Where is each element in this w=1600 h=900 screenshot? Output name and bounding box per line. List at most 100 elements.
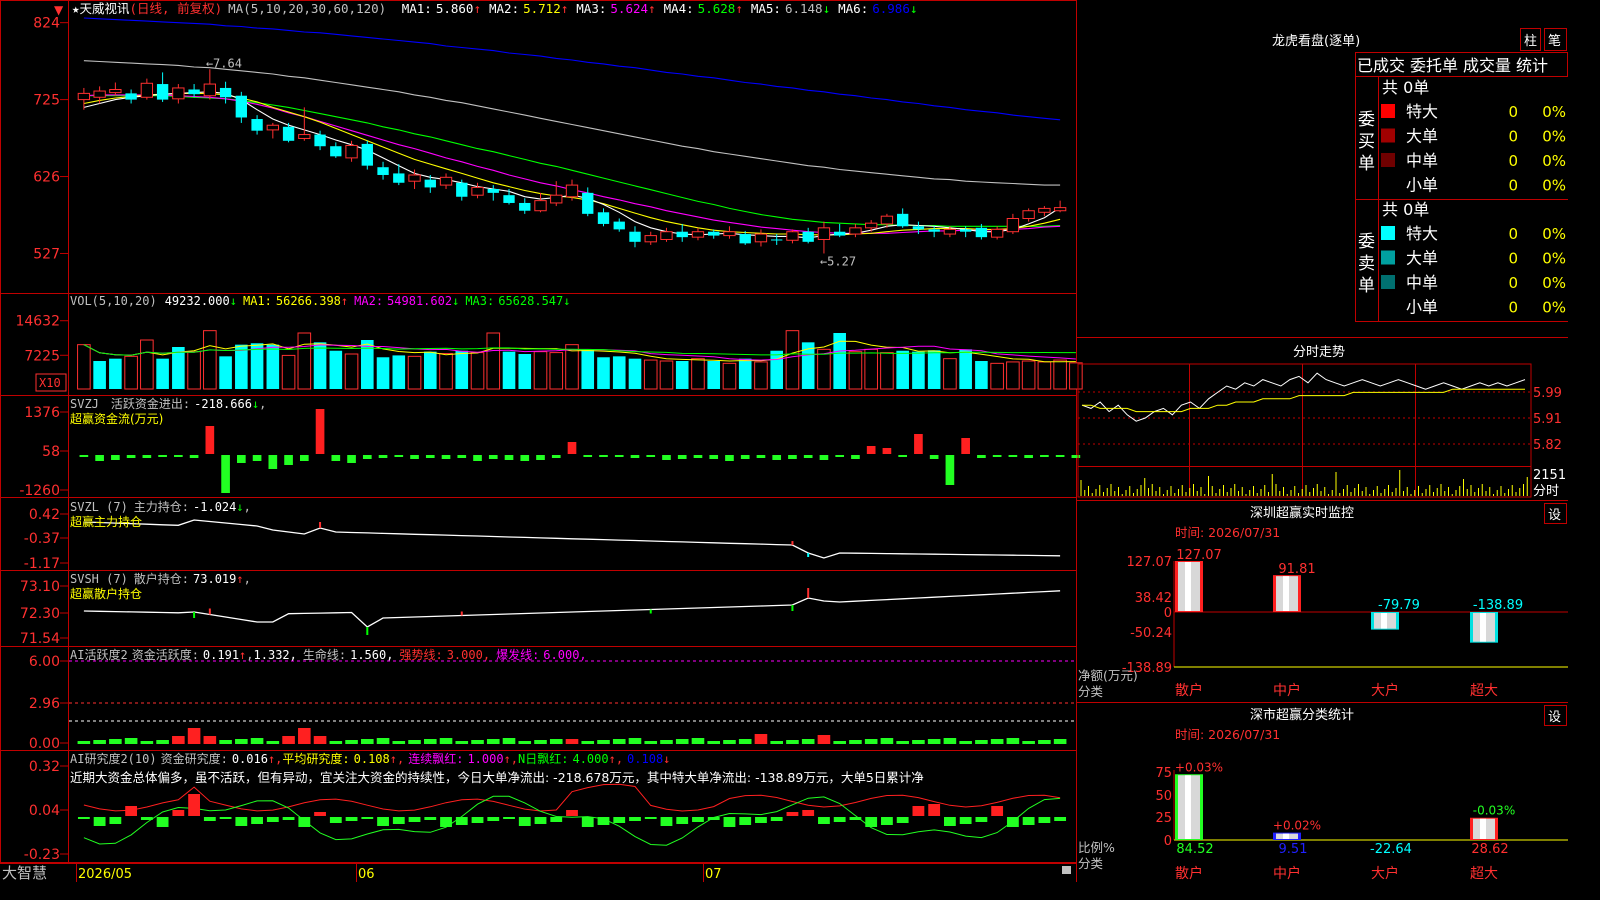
panel-frames — [0, 0, 1568, 882]
indicator-line — [83, 519, 1061, 559]
szm-bar-highlight — [1381, 613, 1387, 629]
volume-bar-up — [470, 352, 485, 390]
candle-body-up — [660, 231, 673, 240]
flow-bar-out — [520, 455, 530, 461]
tab-1[interactable]: 已成交 — [1357, 56, 1405, 75]
order-type-name: 大单 — [1406, 249, 1438, 268]
date-label-jul: 07 — [705, 867, 722, 882]
tab-2[interactable]: 委托单 — [1410, 56, 1458, 75]
volume-bar-down — [361, 340, 374, 389]
active-bar-green — [156, 740, 169, 744]
flow-bar-out — [646, 455, 656, 457]
order-color-swatch — [1381, 250, 1395, 265]
candle-body-down — [251, 119, 263, 131]
flow-bar-out — [394, 455, 404, 457]
flow-bar-out — [410, 455, 419, 459]
candle-body-up — [786, 231, 799, 241]
volume-bar-down — [266, 344, 280, 389]
research-bar-green — [282, 817, 295, 820]
active-bar-green — [628, 738, 642, 744]
research-bar-green — [1022, 817, 1035, 825]
active-bar-green — [975, 740, 988, 744]
szm-category-label: 中户 — [1273, 682, 1301, 699]
volume-bar-up — [880, 352, 894, 390]
tab-3[interactable]: 成交量 — [1463, 56, 1511, 75]
research-bar-green — [975, 817, 988, 822]
szm-tick-label: 127.07 — [1127, 555, 1173, 570]
szm-value-label: -138.89 — [1473, 598, 1523, 613]
candle-body-up — [1038, 207, 1051, 213]
flow-bar-in — [914, 434, 923, 454]
research-bar-green — [219, 817, 232, 819]
flow-bar-out — [331, 455, 341, 461]
candle-body-down — [912, 226, 925, 230]
candle-body-down — [219, 87, 232, 98]
szs-category-label: 超大 — [1470, 866, 1498, 882]
research-bar-green — [613, 817, 626, 823]
research-line-green — [83, 795, 1061, 846]
active-bar-green — [880, 738, 894, 744]
volume-bar-down — [707, 361, 721, 389]
volume-bar-up — [407, 355, 422, 390]
ai-active-title: AI活跃度2 — [70, 647, 128, 662]
ma-item-arrow: ↓ — [910, 1, 918, 16]
lock-icon[interactable] — [1062, 866, 1071, 874]
intraday-vol-unit: 分时 — [1533, 484, 1559, 499]
svzl-arrow: ↓ — [236, 500, 243, 514]
tick-label: 71.54 — [20, 631, 60, 647]
flow-bar-out — [740, 455, 750, 459]
research-bar-red — [928, 804, 941, 816]
flow-bar-out — [693, 455, 703, 458]
candle-body-up — [1022, 210, 1035, 220]
candle-body-up — [77, 92, 91, 101]
flow-bar-out — [977, 455, 986, 458]
sz-stats-settings-label: 设 — [1548, 710, 1561, 725]
candle-body-down — [708, 231, 720, 236]
volume-title: VOL(5,10,20) — [70, 294, 157, 308]
research-bar-red — [912, 806, 925, 816]
active-bar-green — [423, 739, 437, 744]
research-bar-green — [140, 817, 153, 820]
research-bar-green — [581, 817, 594, 827]
volume-ma-line-2 — [83, 344, 1076, 361]
menu-marker-icon[interactable]: ▼ — [54, 3, 64, 17]
candle — [990, 226, 1004, 240]
szm-bar-highlight — [1283, 576, 1289, 611]
candle — [802, 227, 814, 244]
active-bar-green — [959, 741, 972, 744]
szm-category-label: 散户 — [1175, 682, 1203, 699]
dragon-panel-title: 龙虎看盘(逐单) — [1272, 33, 1360, 49]
ma-item-value: 5.712 — [523, 1, 561, 16]
ma-line-ma2 — [83, 92, 1061, 236]
flow-bar-out — [599, 455, 608, 457]
candle — [439, 173, 453, 189]
order-count: 0 — [1508, 177, 1518, 195]
volume-bar-up — [486, 332, 501, 390]
szs-value-label: 28.62 — [1471, 842, 1508, 857]
volume-bar-up — [643, 359, 658, 390]
volume-bar-up — [691, 358, 705, 390]
research-bar-green — [235, 817, 248, 826]
flow-bar-out — [378, 455, 388, 458]
candle-body-up — [172, 87, 185, 100]
pen-view-button[interactable]: 笔 — [1544, 28, 1567, 51]
svsh-subtitle: 超赢散户持仓 — [70, 586, 142, 601]
research-bar-green — [534, 817, 547, 824]
bar-view-button[interactable]: 柱 — [1520, 28, 1541, 51]
volume-bar-down — [156, 358, 169, 389]
sz-monitor-title: 深圳超赢实时监控 — [1250, 505, 1354, 521]
active-bar-green — [93, 740, 106, 744]
tab-4[interactable]: 统计 — [1516, 56, 1548, 75]
order-count: 0 — [1508, 250, 1518, 268]
candle — [597, 208, 610, 227]
order-color-swatch — [1381, 299, 1395, 314]
ai-research-bars — [77, 794, 1067, 827]
candle-body-up — [109, 88, 122, 94]
order-percent: 0% — [1542, 103, 1566, 121]
life-value: 1.560, — [350, 648, 393, 662]
flow-bar-out — [536, 455, 545, 460]
sz-monitor-time: 时间: 2026/07/31 — [1175, 525, 1280, 540]
sz-stats-settings-button[interactable]: 设 — [1544, 705, 1567, 726]
candle — [644, 231, 657, 245]
sz-monitor-settings-button[interactable]: 设 — [1544, 503, 1567, 524]
